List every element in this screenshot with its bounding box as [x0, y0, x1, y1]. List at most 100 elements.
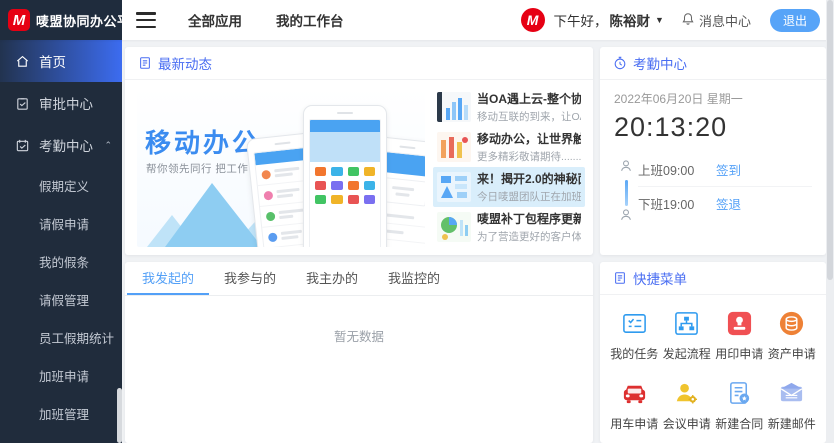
tab-monitored-by-me[interactable]: 我监控的	[373, 262, 455, 295]
greeting-text: 下午好，	[554, 10, 608, 30]
envelope-icon	[778, 379, 806, 407]
latest-news-card: 最新动态 移动办公 帮你领先同行 把工作带出办公室	[125, 47, 593, 255]
attendance-date: 2022年06月20日 星期一	[614, 90, 812, 107]
user-name: 陈裕财	[610, 10, 651, 30]
sidebar-item-label: 考勤中心	[39, 135, 93, 155]
top-nav: 全部应用 我的工作台	[188, 10, 344, 30]
quick-item-label: 用车申请	[610, 415, 658, 432]
page-scrollbar-thumb[interactable]	[827, 0, 833, 280]
sidebar-sub-holiday-definition[interactable]: 假期定义	[0, 166, 122, 204]
latest-news-title: 最新动态	[158, 53, 212, 73]
news-item[interactable]: 当OA遇上云-整个协同OA 移动互联的到来，让OA与云	[433, 87, 585, 127]
sidebar-item-label: 首页	[39, 51, 66, 71]
avatar[interactable]: M	[521, 8, 545, 32]
clock-in-row: 上班09:00 签到	[638, 153, 812, 186]
news-banner: 移动办公 帮你领先同行 把工作带出办公室	[137, 87, 425, 247]
news-item[interactable]: 唛盟补丁包程序更新 为了营造更好的客户体验，唛	[433, 207, 585, 247]
clock-in-label: 上班09:00	[638, 160, 716, 179]
stamp-icon	[725, 309, 753, 337]
sidebar-item-approval-center[interactable]: 审批中心	[0, 82, 122, 124]
person-gear-icon	[673, 379, 701, 407]
clipboard-icon	[15, 96, 30, 111]
car-icon	[620, 379, 648, 407]
banner-headline: 移动办公	[145, 123, 261, 160]
news-item[interactable]: 移动办公，让世界触手可 更多精彩敬请期待.......	[433, 127, 585, 167]
chevron-up-icon: ⌃	[104, 140, 112, 151]
sidebar-sub-my-leave-notes[interactable]: 我的假条	[0, 242, 122, 280]
tab-hosted-by-me[interactable]: 我主办的	[291, 262, 373, 295]
attendance-card: 考勤中心 2022年06月20日 星期一 20:13:20 上班09:00	[600, 47, 826, 255]
database-icon	[778, 309, 806, 337]
my-tasks-card: 我发起的 我参与的 我主办的 我监控的 暂无数据	[125, 262, 593, 443]
logout-button[interactable]: 退出	[770, 9, 820, 32]
sidebar-sub-employee-holiday-stats[interactable]: 员工假期统计	[0, 318, 122, 356]
tab-participated-by-me[interactable]: 我参与的	[209, 262, 291, 295]
empty-state-text: 暂无数据	[125, 296, 593, 345]
quick-item-label: 新建合同	[715, 415, 763, 432]
clock-out-row: 下班19:00 签退	[638, 186, 812, 219]
quick-vehicle-apply[interactable]: 用车申请	[608, 379, 661, 432]
sidebar-item-attendance-center[interactable]: 考勤中心 ⌃	[0, 124, 122, 166]
document-icon	[613, 271, 627, 285]
clock-out-link[interactable]: 签退	[716, 194, 741, 213]
news-item-desc: 移动互联的到来，让OA与云	[477, 109, 581, 124]
bell-icon	[681, 12, 695, 29]
clock-in-link[interactable]: 签到	[716, 160, 741, 179]
sidebar-sub-overtime-manage[interactable]: 加班管理	[0, 394, 122, 432]
header-right: M 下午好，陈裕财 ▼ 消息中心 退出	[521, 8, 834, 32]
quick-new-mail[interactable]: 新建邮件	[766, 379, 819, 432]
attendance-header: 考勤中心	[600, 47, 826, 80]
quick-asset-apply[interactable]: 资产申请	[766, 309, 819, 362]
sidebar: 首页 审批中心 考勤中心 ⌃ 假期定义 请假申请 我的假条 请假管理 员工假期统…	[0, 40, 122, 443]
document-icon	[138, 56, 152, 70]
news-item-desc: 为了营造更好的客户体验，唛	[477, 229, 581, 244]
task-list-icon	[620, 309, 648, 337]
app-title: 唛盟协同办公平台	[36, 11, 144, 30]
quick-menu-card: 快捷菜单 我的任务 发起流程 用印申请	[600, 262, 826, 443]
news-thumbnail-pie	[437, 212, 471, 242]
quick-item-label: 新建邮件	[768, 415, 816, 432]
nav-all-apps[interactable]: 全部应用	[188, 10, 242, 30]
quick-menu-grid: 我的任务 发起流程 用印申请 资产申请	[600, 295, 826, 432]
news-item-desc: 更多精彩敬请期待.......	[477, 149, 581, 164]
quick-start-process[interactable]: 发起流程	[661, 309, 714, 362]
person-icon	[619, 208, 633, 227]
message-center[interactable]: 消息中心	[681, 11, 751, 30]
sidebar-scrollbar[interactable]	[117, 388, 122, 443]
user-menu[interactable]: 下午好，陈裕财 ▼	[554, 10, 664, 30]
sidebar-sub-overtime-apply[interactable]: 加班申请	[0, 356, 122, 394]
news-list: 当OA遇上云-整个协同OA 移动互联的到来，让OA与云 移动办公，让世界触手可 …	[433, 87, 585, 247]
quick-menu-title: 快捷菜单	[633, 268, 687, 288]
banner-phone-center	[303, 105, 387, 247]
logo-m-icon: M	[8, 9, 30, 31]
news-item-selected[interactable]: 来！揭开2.0的神秘面纱- 今日唛盟团队正在加班加点,	[433, 167, 585, 207]
news-item-desc: 今日唛盟团队正在加班加点,	[477, 189, 581, 204]
sidebar-item-label: 审批中心	[39, 93, 93, 113]
news-thumbnail-diagram	[437, 172, 471, 202]
page-scrollbar[interactable]	[826, 0, 834, 443]
sidebar-item-home[interactable]: 首页	[0, 40, 122, 82]
calendar-icon	[15, 138, 30, 153]
attendance-body: 2022年06月20日 星期一 20:13:20 上班09:00 签到	[600, 80, 826, 227]
nav-my-workbench[interactable]: 我的工作台	[276, 10, 344, 30]
sidebar-sub-leave-apply[interactable]: 请假申请	[0, 204, 122, 242]
person-icon	[619, 159, 633, 178]
attendance-title: 考勤中心	[633, 53, 687, 73]
quick-menu-header: 快捷菜单	[600, 262, 826, 295]
news-thumbnail-figures	[437, 132, 471, 162]
timeline-connector	[625, 180, 628, 206]
home-icon	[15, 54, 30, 69]
contract-doc-icon	[725, 379, 753, 407]
tab-initiated-by-me[interactable]: 我发起的	[127, 262, 209, 295]
quick-item-label: 用印申请	[715, 345, 763, 362]
latest-news-header: 最新动态	[125, 47, 593, 80]
chevron-down-icon: ▼	[655, 15, 664, 25]
flowchart-icon	[673, 309, 701, 337]
collapse-menu-icon[interactable]	[136, 12, 156, 28]
quick-meeting-apply[interactable]: 会议申请	[661, 379, 714, 432]
quick-seal-apply[interactable]: 用印申请	[713, 309, 766, 362]
sidebar-sub-leave-manage[interactable]: 请假管理	[0, 280, 122, 318]
attendance-clock: 20:13:20	[614, 112, 812, 143]
quick-new-contract[interactable]: 新建合同	[713, 379, 766, 432]
quick-my-tasks[interactable]: 我的任务	[608, 309, 661, 362]
